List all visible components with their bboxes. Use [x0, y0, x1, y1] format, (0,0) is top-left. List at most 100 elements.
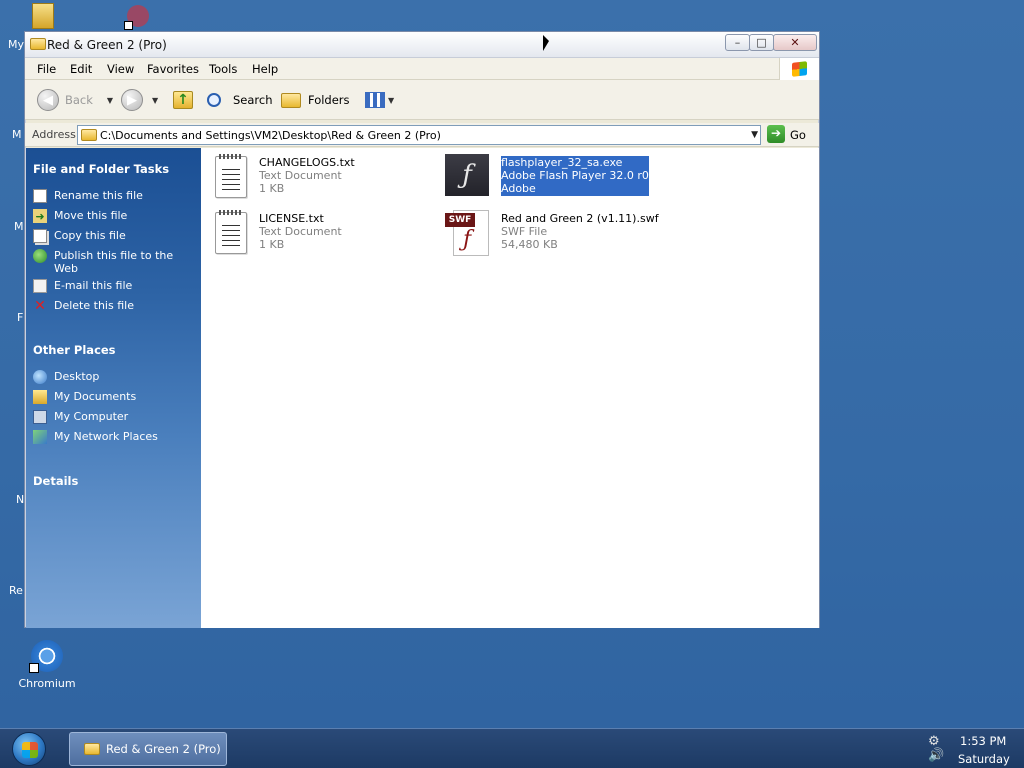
place-my-documents[interactable]: My Documents: [33, 390, 195, 404]
file-item[interactable]: SWF ƒ Red and Green 2 (v1.11).swf SWF Fi…: [445, 210, 659, 256]
my-documents-icon: [33, 390, 47, 404]
address-text: C:\Documents and Settings\VM2\Desktop\Re…: [100, 129, 441, 142]
task-copy[interactable]: Copy this file: [33, 229, 195, 243]
tray-network-icon[interactable]: ⚙ 🔊: [928, 735, 944, 763]
text-document-icon: [215, 210, 247, 254]
place-network-label: My Network Places: [54, 430, 158, 443]
place-my-computer-label: My Computer: [54, 410, 129, 423]
close-button[interactable]: ✕: [773, 34, 817, 51]
taskbar-button-label: Red & Green 2 (Pro): [106, 742, 221, 756]
task-email[interactable]: E-mail this file: [33, 279, 195, 293]
chromium-label: Chromium: [18, 677, 76, 690]
chevron-down-icon: ▼: [388, 95, 395, 105]
shortcut-arrow-icon: [29, 663, 39, 673]
chevron-down-icon: ▼: [152, 95, 159, 105]
menu-view[interactable]: View: [107, 62, 134, 76]
back-arrow-icon: ◀: [37, 89, 59, 111]
flash-player-icon: ƒ: [445, 154, 489, 196]
taskbar: Red & Green 2 (Pro) ⚙ 🔊 1:53 PM Saturday: [0, 728, 1024, 768]
desktop-icon-chromium[interactable]: Chromium: [12, 640, 82, 690]
menu-help[interactable]: Help: [252, 62, 278, 76]
desktop-label-n: N: [16, 493, 25, 506]
file-name: flashplayer_32_sa.exe: [501, 156, 623, 169]
back-button[interactable]: ◀ Back ▼: [37, 88, 113, 112]
file-company: Adobe: [501, 182, 536, 195]
address-label: Address: [32, 128, 76, 141]
task-delete-label: Delete this file: [54, 299, 134, 312]
desktop-icon-shortcut[interactable]: [122, 5, 152, 31]
folders-button[interactable]: Folders: [281, 88, 350, 112]
details-header[interactable]: Details: [33, 474, 78, 488]
forward-button[interactable]: ▶ ▼: [121, 88, 158, 112]
views-button[interactable]: ▼: [365, 88, 394, 112]
taskbar-button-explorer[interactable]: Red & Green 2 (Pro): [69, 732, 227, 766]
file-size: 1 KB: [259, 238, 285, 251]
clock-day[interactable]: Saturday: [958, 752, 1010, 766]
file-item-selected[interactable]: ƒ flashplayer_32_sa.exe Adobe Flash Play…: [445, 154, 649, 196]
file-name: Red and Green 2 (v1.11).swf: [501, 212, 659, 225]
windows-flag-icon: [792, 61, 807, 77]
search-button[interactable]: Search: [207, 88, 273, 112]
desktop-icon: [33, 370, 47, 384]
other-places-header[interactable]: Other Places: [33, 343, 116, 357]
desktop-label-m2: M: [14, 220, 24, 233]
file-type: SWF File: [501, 225, 548, 238]
folder-icon: [32, 3, 54, 29]
task-publish-label: Publish this file to the Web: [54, 249, 174, 275]
file-folder-tasks-header[interactable]: File and Folder Tasks: [33, 162, 169, 176]
search-label: Search: [233, 93, 273, 107]
back-label: Back: [65, 93, 93, 107]
go-button[interactable]: Go: [790, 128, 806, 142]
task-publish[interactable]: Publish this file to the Web: [33, 249, 195, 275]
file-name: CHANGELOGS.txt: [259, 156, 355, 169]
views-icon: [365, 92, 385, 108]
menu-favorites[interactable]: Favorites: [147, 62, 199, 76]
task-delete[interactable]: ✕ Delete this file: [33, 299, 195, 313]
my-computer-icon: [33, 410, 47, 424]
desktop-label-my: My: [8, 38, 25, 51]
file-type: Text Document: [259, 225, 342, 238]
email-icon: [33, 279, 47, 293]
file-list: CHANGELOGS.txt Text Document 1 KB ƒ flas…: [201, 148, 819, 628]
chevron-down-icon[interactable]: ▼: [751, 130, 758, 140]
task-rename[interactable]: Rename this file: [33, 189, 195, 203]
file-item[interactable]: CHANGELOGS.txt Text Document 1 KB: [215, 154, 355, 198]
minimize-button[interactable]: –: [725, 34, 750, 51]
task-rename-label: Rename this file: [54, 189, 143, 202]
clock-time[interactable]: 1:53 PM: [960, 734, 1006, 748]
menu-tools[interactable]: Tools: [209, 62, 237, 76]
up-folder-button[interactable]: ↑: [173, 88, 193, 112]
explorer-window: Red & Green 2 (Pro) – □ ✕ File Edit View…: [24, 31, 820, 628]
maximize-button[interactable]: □: [749, 34, 774, 51]
task-move-label: Move this file: [54, 209, 128, 222]
address-input[interactable]: C:\Documents and Settings\VM2\Desktop\Re…: [77, 125, 761, 145]
menu-edit[interactable]: Edit: [70, 62, 92, 76]
chevron-down-icon: ▼: [106, 95, 114, 105]
go-arrow-icon[interactable]: ➔: [767, 125, 785, 143]
file-size: 54,480 KB: [501, 238, 558, 251]
desktop-icon-my-documents[interactable]: [32, 3, 54, 29]
folder-icon: [30, 38, 46, 50]
place-my-computer[interactable]: My Computer: [33, 410, 195, 424]
place-my-documents-label: My Documents: [54, 390, 137, 403]
desktop-label-f: F: [17, 311, 24, 324]
folder-icon: [81, 129, 97, 141]
network-places-icon: [33, 430, 47, 444]
title-bar[interactable]: Red & Green 2 (Pro) – □ ✕: [25, 32, 819, 58]
folders-icon: [281, 92, 301, 108]
task-move[interactable]: ➜ Move this file: [33, 209, 195, 223]
file-size: 1 KB: [259, 182, 285, 195]
folders-label: Folders: [308, 93, 350, 107]
copy-icon: [33, 229, 47, 243]
start-button[interactable]: [12, 732, 46, 766]
file-name: LICENSE.txt: [259, 212, 324, 225]
place-desktop[interactable]: Desktop: [33, 370, 195, 384]
window-title: Red & Green 2 (Pro): [47, 38, 167, 52]
desktop-label-m1: M: [12, 128, 22, 141]
file-item[interactable]: LICENSE.txt Text Document 1 KB: [215, 210, 342, 254]
menu-file[interactable]: File: [37, 62, 56, 76]
place-network[interactable]: My Network Places: [33, 430, 195, 444]
move-icon: ➜: [33, 209, 47, 223]
task-email-label: E-mail this file: [54, 279, 133, 292]
delete-icon: ✕: [34, 297, 46, 314]
